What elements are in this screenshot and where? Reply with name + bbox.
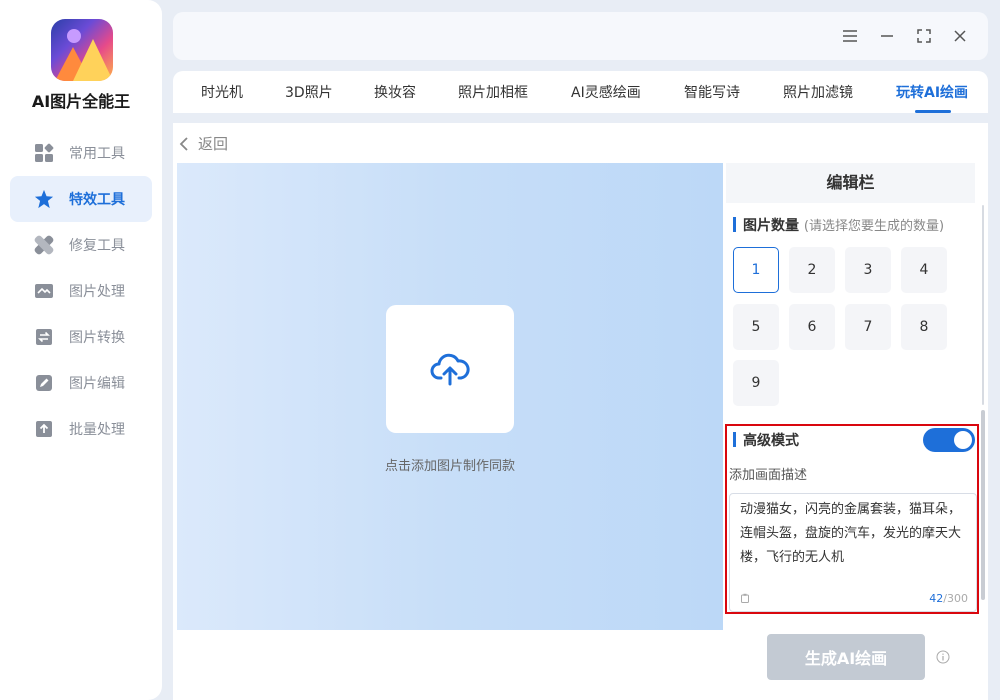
back-label: 返回 bbox=[198, 135, 229, 153]
upload-hint: 点击添加图片制作同款 bbox=[384, 459, 515, 474]
description-label: 添加画面描述 bbox=[729, 468, 808, 483]
char-max: /300 bbox=[943, 592, 968, 605]
tab-3d-photo[interactable]: 3D照片 bbox=[285, 82, 333, 102]
count-option-2[interactable]: 2 bbox=[789, 247, 835, 293]
panel-scroll-track bbox=[982, 205, 984, 405]
clipboard-icon[interactable] bbox=[740, 593, 750, 603]
char-count: 42 bbox=[929, 592, 944, 605]
sidebar-item-image-convert[interactable]: 图片转换 bbox=[10, 314, 152, 360]
back-button[interactable]: 返回 bbox=[178, 133, 228, 154]
title-bar bbox=[173, 12, 988, 60]
bandage-icon bbox=[34, 235, 54, 255]
app-logo bbox=[51, 19, 113, 81]
toggle-knob bbox=[954, 431, 972, 449]
panel-scrollbar[interactable] bbox=[981, 410, 985, 600]
tab-photo-frame[interactable]: 照片加相框 bbox=[458, 82, 528, 102]
minimize-icon[interactable] bbox=[877, 26, 897, 46]
sidebar-item-image-processing[interactable]: 图片处理 bbox=[10, 268, 152, 314]
sidebar-item-common-tools[interactable]: 常用工具 bbox=[10, 130, 152, 176]
sidebar-item-batch-processing[interactable]: 批量处理 bbox=[10, 406, 152, 452]
sidebar-item-label: 图片处理 bbox=[69, 284, 125, 300]
sidebar-item-label: 图片转换 bbox=[69, 330, 125, 346]
sidebar-item-effect-tools[interactable]: 特效工具 bbox=[10, 176, 152, 222]
description-text: 动漫猫女，闪亮的金属套装，猫耳朵，连帽头盔，盘旋的汽车，发光的摩天大楼，飞行的无… bbox=[740, 502, 962, 565]
advanced-mode-title: 高级模式 bbox=[733, 430, 799, 450]
sidebar-item-label: 图片编辑 bbox=[69, 376, 125, 392]
count-option-4[interactable]: 4 bbox=[901, 247, 947, 293]
app-title: AI图片全能王 bbox=[31, 92, 131, 111]
count-option-3[interactable]: 3 bbox=[845, 247, 891, 293]
tab-smart-poetry[interactable]: 智能写诗 bbox=[684, 82, 740, 102]
edit-panel-title: 编辑栏 bbox=[726, 163, 975, 203]
edit-icon bbox=[34, 373, 54, 393]
tab-makeup[interactable]: 换妆容 bbox=[374, 82, 416, 102]
image-wave-icon bbox=[34, 281, 54, 301]
close-icon[interactable] bbox=[950, 26, 970, 46]
tab-ai-inspiration[interactable]: AI灵感绘画 bbox=[571, 82, 641, 102]
count-option-1[interactable]: 1 bbox=[733, 247, 779, 293]
description-textarea[interactable]: 动漫猫女，闪亮的金属套装，猫耳朵，连帽头盔，盘旋的汽车，发光的摩天大楼，飞行的无… bbox=[729, 493, 977, 612]
count-option-8[interactable]: 8 bbox=[901, 304, 947, 350]
tab-bar: 时光机 3D照片 换妆容 照片加相框 AI灵感绘画 智能写诗 照片加滤镜 玩转A… bbox=[173, 71, 988, 113]
swap-icon bbox=[34, 327, 54, 347]
menu-icon[interactable] bbox=[840, 26, 860, 46]
grid-icon bbox=[34, 143, 54, 163]
image-count-title: 图片数量 (请选择您要生成的数量) bbox=[733, 215, 944, 235]
tab-ai-painting[interactable]: 玩转AI绘画 bbox=[896, 82, 968, 102]
generate-ai-painting-button[interactable]: 生成AI绘画 bbox=[767, 634, 925, 680]
advanced-mode-toggle[interactable] bbox=[923, 428, 975, 452]
sidebar-nav: 常用工具 特效工具 修复工具 图片处理 图片转换 图片编辑 批量处理 bbox=[10, 130, 152, 452]
image-count-hint: (请选择您要生成的数量) bbox=[803, 219, 945, 234]
sidebar-item-repair-tools[interactable]: 修复工具 bbox=[10, 222, 152, 268]
upload-button[interactable] bbox=[386, 305, 514, 433]
count-option-9[interactable]: 9 bbox=[733, 360, 779, 406]
chevron-left-icon bbox=[179, 136, 188, 151]
upload-tray-icon bbox=[34, 419, 54, 439]
sidebar-item-label: 修复工具 bbox=[69, 238, 125, 254]
count-option-5[interactable]: 5 bbox=[733, 304, 779, 350]
count-option-6[interactable]: 6 bbox=[789, 304, 835, 350]
sidebar: AI图片全能王 常用工具 特效工具 修复工具 图片处理 图片转换 图片编辑 批量… bbox=[0, 0, 162, 700]
info-icon[interactable] bbox=[936, 650, 950, 664]
tab-time-machine[interactable]: 时光机 bbox=[201, 82, 243, 102]
tab-photo-filter[interactable]: 照片加滤镜 bbox=[783, 82, 853, 102]
maximize-icon[interactable] bbox=[914, 26, 934, 46]
count-option-7[interactable]: 7 bbox=[845, 304, 891, 350]
sidebar-item-image-edit[interactable]: 图片编辑 bbox=[10, 360, 152, 406]
sidebar-item-label: 批量处理 bbox=[69, 422, 125, 438]
cloud-upload-icon bbox=[430, 353, 470, 386]
char-counter: 42/300 bbox=[929, 592, 968, 605]
star-icon bbox=[34, 189, 54, 209]
sidebar-item-label: 特效工具 bbox=[69, 192, 125, 208]
sidebar-item-label: 常用工具 bbox=[69, 146, 125, 162]
image-count-label: 图片数量 bbox=[743, 218, 799, 234]
active-tab-indicator bbox=[915, 110, 951, 113]
